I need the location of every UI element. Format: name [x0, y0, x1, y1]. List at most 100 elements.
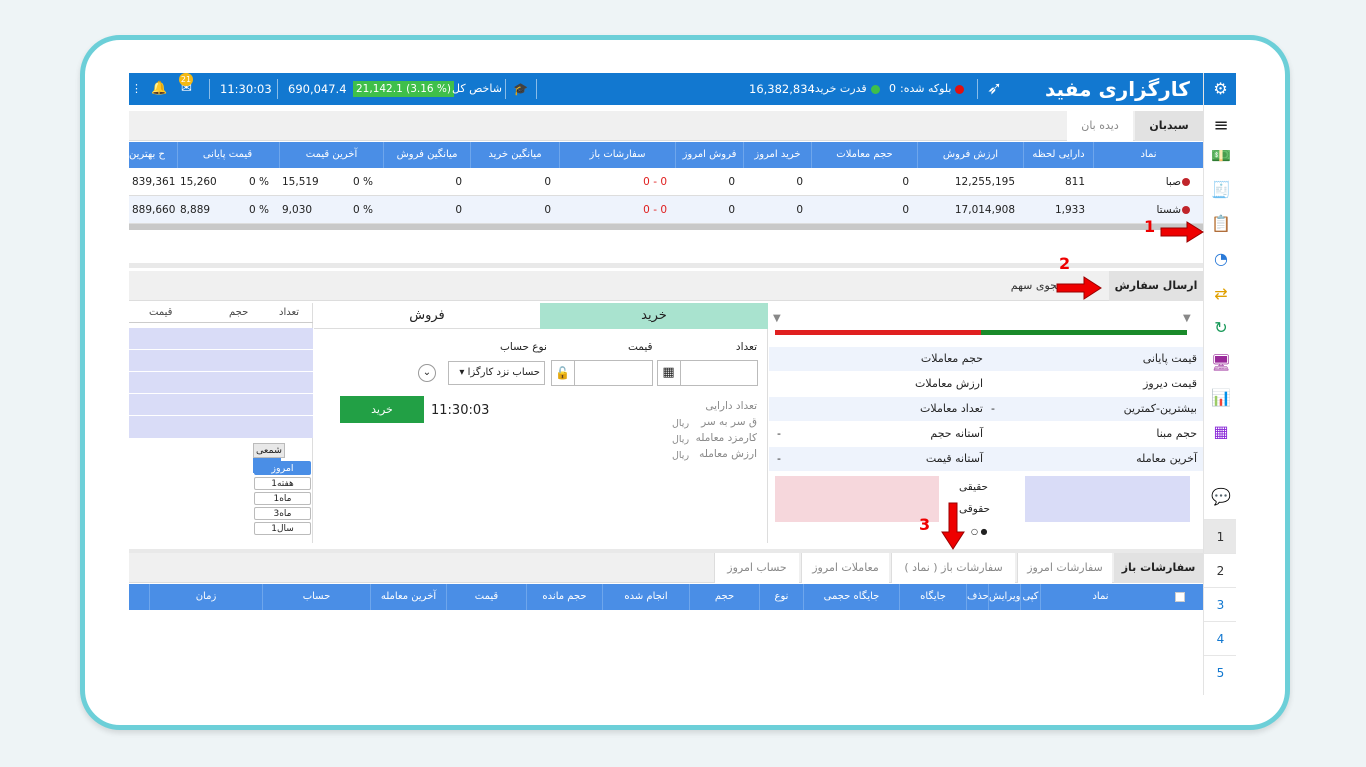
candle-option[interactable]: شمعی — [253, 443, 285, 458]
col-avg-sell[interactable]: میانگین فروش — [383, 142, 470, 168]
orders-col[interactable]: حجم مانده — [526, 584, 602, 610]
shuffle-icon[interactable]: ⇄ — [1208, 283, 1234, 305]
workspace-4[interactable]: 4 — [1204, 621, 1236, 655]
orders-col[interactable]: انجام شده — [602, 584, 689, 610]
chat-bubbles-icon[interactable]: 💬 — [1208, 486, 1234, 508]
period-3month[interactable]: 3ماه — [254, 507, 311, 520]
dropdown-arrow-right[interactable]: ▼ — [1183, 313, 1191, 324]
qty-label: تعداد — [735, 341, 757, 353]
calculator-icon[interactable]: ▦ — [657, 360, 681, 386]
workspace-2[interactable]: 2 — [1204, 553, 1236, 587]
settings-gear-icon[interactable]: ⚙ — [1204, 73, 1236, 105]
grid-apps-icon[interactable]: ▦ — [1208, 421, 1234, 443]
account-select[interactable]: حساب نزد کارگزا ▾ — [448, 361, 545, 385]
info-row: بیشترین-کمترین تعداد معاملات - — [769, 397, 1203, 421]
info-row: حجم مبنا آستانه حجم - — [769, 422, 1203, 446]
arrow-1-icon — [1160, 221, 1204, 243]
cell-avg-sell: 0 — [455, 176, 462, 188]
orders-col[interactable]: نماد — [1040, 584, 1160, 610]
cell-last-pct: 0 % — [353, 176, 373, 188]
dropdown-arrow-left[interactable]: ▼ — [773, 313, 781, 324]
info-label-b: آستانه قیمت — [925, 452, 983, 465]
red-status-dot — [955, 85, 964, 94]
rial-unit-3: ریال — [672, 450, 690, 461]
pager-dots[interactable]: ○ ● — [971, 527, 988, 536]
info-label-a: حجم مبنا — [1156, 427, 1197, 440]
orders-col[interactable]: حساب — [262, 584, 370, 610]
watchlist-tabs: سبدبان دیده بان — [129, 111, 1203, 141]
col-open-orders[interactable]: سفارشات باز — [559, 142, 675, 168]
trading-app: ⋮ 🔔 ✉ 21 11:30:03 690,047.4 21,142.1 (3.… — [129, 73, 1236, 695]
tab-open-orders-symbol[interactable]: سفارشات باز ( نماد ) — [891, 553, 1015, 583]
orders-col[interactable]: جایگاه حجمی — [803, 584, 899, 610]
col-buy-today[interactable]: خرید امروز — [743, 142, 811, 168]
tab-open-orders[interactable]: سفارشات باز — [1114, 553, 1203, 583]
bell-icon[interactable]: 🔔 — [151, 73, 167, 105]
cell-avg-sell: 0 — [455, 204, 462, 216]
orders-col[interactable]: جایگاه — [899, 584, 966, 610]
period-1week[interactable]: 1هفته — [254, 477, 311, 490]
index-change-badge: 21,142.1 (3.16 %) — [353, 81, 454, 97]
workspace-5[interactable]: 5 — [1204, 655, 1236, 689]
col-close-price[interactable]: قیمت پایانی — [177, 142, 277, 168]
info-label-b: تعداد معاملات — [920, 402, 983, 415]
col-avg-buy[interactable]: میانگین خرید — [470, 142, 559, 168]
tab-basket[interactable]: سبدبان — [1135, 111, 1203, 141]
chevron-down-icon[interactable]: ⌄ — [418, 364, 436, 382]
orders-col[interactable]: حذف — [966, 584, 988, 610]
col-asset[interactable]: دارایی لحظه — [1023, 142, 1093, 168]
tab-buy[interactable]: خرید — [540, 303, 768, 329]
clipboard-icon[interactable]: 📋 — [1208, 213, 1234, 235]
col-last-price[interactable]: آخرین قیمت — [279, 142, 383, 168]
watchlist-row[interactable]: 889,660, 8,889 0 % 9,030 0 % 0 0 0 - 0 0 0 0 17,014… — [129, 196, 1203, 224]
cell-avg-buy: 0 — [544, 176, 551, 188]
select-all-checkbox[interactable] — [1175, 592, 1185, 602]
lock-icon[interactable]: 🔓 — [551, 360, 575, 386]
orders-col[interactable]: قیمت — [446, 584, 526, 610]
ob-rows — [129, 328, 313, 440]
tab-sell[interactable]: فروش — [314, 303, 540, 329]
workspace-1[interactable]: 1 — [1204, 519, 1236, 553]
tab-today-account[interactable]: حساب امروز — [714, 553, 799, 583]
pie-chart-icon[interactable]: ◔ — [1208, 248, 1234, 270]
refresh-money-icon[interactable]: ↻ — [1208, 317, 1234, 339]
buy-button[interactable]: خرید — [340, 396, 424, 423]
money-hand-icon[interactable]: 💵 — [1208, 145, 1234, 167]
orders-col[interactable]: آخرین معامله — [370, 584, 446, 610]
invoice-icon[interactable]: 🧾 — [1208, 179, 1234, 201]
symbol-status-dot — [1182, 178, 1190, 186]
watchlist-row[interactable]: 839,361, 15,260 0 % 15,519 0 % 0 0 0 - 0 0 0 0 12,2… — [129, 168, 1203, 196]
orders-col[interactable]: کپی — [1020, 584, 1040, 610]
horizontal-scrollbar[interactable] — [129, 224, 1203, 230]
account-type-label: نوع حساب — [500, 341, 547, 353]
info-value-b: - — [777, 427, 781, 440]
col-symbol[interactable]: نماد — [1093, 142, 1203, 168]
cell-buy-today: 0 — [796, 204, 803, 216]
blocked-label: بلوکه شده: — [900, 82, 952, 95]
info-row: قیمت پایانی حجم معاملات — [769, 347, 1203, 371]
orders-col[interactable]: حجم — [689, 584, 759, 610]
tab-today-orders[interactable]: سفارشات امروز — [1017, 553, 1112, 583]
orders-col[interactable]: ویرایش — [988, 584, 1020, 610]
hamburger-menu-icon[interactable]: ≡ — [1208, 115, 1234, 137]
monitor-chart-icon[interactable]: 🖥 — [1208, 352, 1234, 374]
col-volume[interactable]: حجم معاملات — [811, 142, 917, 168]
col-sell-today[interactable]: فروش امروز — [675, 142, 743, 168]
tab-watch[interactable]: دیده بان — [1067, 111, 1133, 141]
symbol-info: ▼ ▼ قیمت پایانی حجم معاملات قیمت دیروز ارزش… — [769, 303, 1203, 543]
tab-today-trades[interactable]: معاملات امروز — [801, 553, 889, 583]
period-today[interactable]: امروز — [254, 461, 311, 475]
graduation-cap-icon[interactable]: 🎓 — [513, 73, 528, 105]
orders-col[interactable]: زمان — [149, 584, 262, 610]
info-label-a: قیمت پایانی — [1142, 352, 1197, 365]
workspace-3[interactable]: 3 — [1204, 587, 1236, 621]
tab-send-order[interactable]: ارسال سفارش — [1109, 271, 1203, 301]
menu-edge-icon[interactable]: ⋮ — [131, 73, 142, 105]
period-1month[interactable]: 1ماه — [254, 492, 311, 505]
growth-chart-icon[interactable]: 📊 — [1208, 387, 1234, 409]
period-1year[interactable]: 1سال — [254, 522, 311, 535]
col-sell-value[interactable]: ارزش فروش — [917, 142, 1023, 168]
orders-col[interactable]: نوع — [759, 584, 803, 610]
col-best[interactable]: ح بهترین — [129, 142, 175, 168]
watchlist-header-row: ح بهترین قیمت پایانی آخرین قیمت میانگین … — [129, 142, 1203, 168]
